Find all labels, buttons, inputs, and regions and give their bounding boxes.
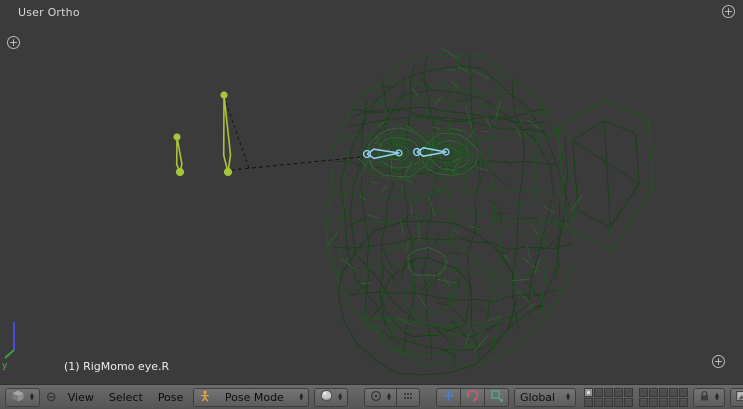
- wireframe-mesh: [325, 46, 654, 376]
- layer-toggle-9[interactable]: [614, 397, 624, 407]
- manipulate-center-points-button[interactable]: [396, 387, 421, 407]
- pivot-point-icon: [370, 390, 382, 405]
- scale-icon: [490, 389, 503, 405]
- rotate-icon: [466, 389, 479, 405]
- viewport-canvas[interactable]: y: [0, 0, 743, 384]
- layer-toggle-17[interactable]: [649, 397, 659, 407]
- layer-toggle-11[interactable]: [639, 387, 649, 397]
- menu-pose[interactable]: Pose: [153, 391, 188, 404]
- center-points-icon: [402, 390, 414, 405]
- chevron-updown-icon: ▲ ▼: [715, 391, 719, 402]
- view-orientation-label: User Ortho: [18, 6, 80, 19]
- bone-relationship-lines: [223, 96, 363, 171]
- axis-gizmo: y: [2, 322, 15, 371]
- region-expand-icon[interactable]: +: [722, 5, 735, 18]
- collapse-menus-icon[interactable]: ⊖: [45, 390, 58, 405]
- layer-grid-1: [584, 387, 634, 407]
- manipulator-rotate-button[interactable]: [460, 387, 486, 407]
- axis-y-label: y: [2, 361, 8, 371]
- menu-view[interactable]: View: [63, 391, 99, 404]
- viewport-shading-dropdown[interactable]: ▲ ▼: [314, 387, 349, 407]
- orientation-dropdown[interactable]: Global ▲ ▼: [514, 387, 577, 407]
- layer-toggle-6[interactable]: [584, 397, 594, 407]
- mode-dropdown[interactable]: Pose Mode ▲ ▼: [193, 387, 310, 407]
- layer-toggle-7[interactable]: [594, 397, 604, 407]
- layer-toggle-1[interactable]: [584, 387, 594, 397]
- render-opengl-button[interactable]: [729, 387, 743, 407]
- layer-toggle-4[interactable]: [614, 387, 624, 397]
- layer-toggle-15[interactable]: [679, 387, 689, 397]
- layer-toggle-14[interactable]: [669, 387, 679, 397]
- region-expand-icon[interactable]: +: [7, 36, 20, 49]
- pivot-point-dropdown[interactable]: ▲ ▼: [364, 387, 398, 407]
- layer-toggle-12[interactable]: [649, 387, 659, 397]
- viewport-header: ▲ ▼ ⊖ View Select Pose Pose Mode ▲ ▼ ▲ ▼…: [0, 384, 743, 409]
- chevron-updown-icon: ▲ ▼: [30, 391, 34, 402]
- layer-toggle-20[interactable]: [679, 397, 689, 407]
- chevron-updown-icon: ▲ ▼: [299, 391, 304, 402]
- orientation-dropdown-label: Global: [520, 390, 556, 404]
- manipulator-translate-button[interactable]: [436, 387, 462, 407]
- lock-to-scene-button[interactable]: ▲ ▼: [693, 387, 725, 407]
- chevron-updown-icon: ▲ ▼: [387, 391, 392, 402]
- manipulator-scale-button[interactable]: [484, 387, 510, 407]
- layer-buttons: [584, 387, 689, 407]
- lock-icon: [699, 390, 710, 405]
- mode-dropdown-label: Pose Mode: [224, 390, 284, 404]
- layer-grid-2: [639, 387, 689, 407]
- shading-sphere-icon: [320, 389, 333, 405]
- editor-type-button[interactable]: ▲ ▼: [5, 387, 40, 407]
- blender-3d-viewport: y User Ortho (1) RigMomo eye.R + + + ▲ ▼ …: [0, 0, 743, 409]
- layer-toggle-16[interactable]: [639, 397, 649, 407]
- render-image-icon: [736, 390, 743, 405]
- active-object-label: (1) RigMomo eye.R: [64, 360, 170, 373]
- layer-toggle-19[interactable]: [669, 397, 679, 407]
- layer-toggle-3[interactable]: [604, 387, 614, 397]
- armature-bones-green[interactable]: [173, 91, 233, 177]
- viewport-3d-icon: [11, 389, 25, 406]
- layer-toggle-10[interactable]: [624, 397, 634, 407]
- pose-mode-icon: [199, 390, 211, 405]
- chevron-updown-icon: ▲ ▼: [566, 391, 571, 402]
- layer-toggle-13[interactable]: [659, 387, 669, 397]
- region-expand-icon[interactable]: +: [712, 355, 725, 368]
- layer-toggle-2[interactable]: [594, 387, 604, 397]
- menu-select[interactable]: Select: [104, 391, 148, 404]
- layer-toggle-5[interactable]: [624, 387, 634, 397]
- layer-toggle-18[interactable]: [659, 397, 669, 407]
- translate-icon: [442, 389, 456, 405]
- layer-toggle-8[interactable]: [604, 397, 614, 407]
- chevron-updown-icon: ▲ ▼: [338, 391, 343, 402]
